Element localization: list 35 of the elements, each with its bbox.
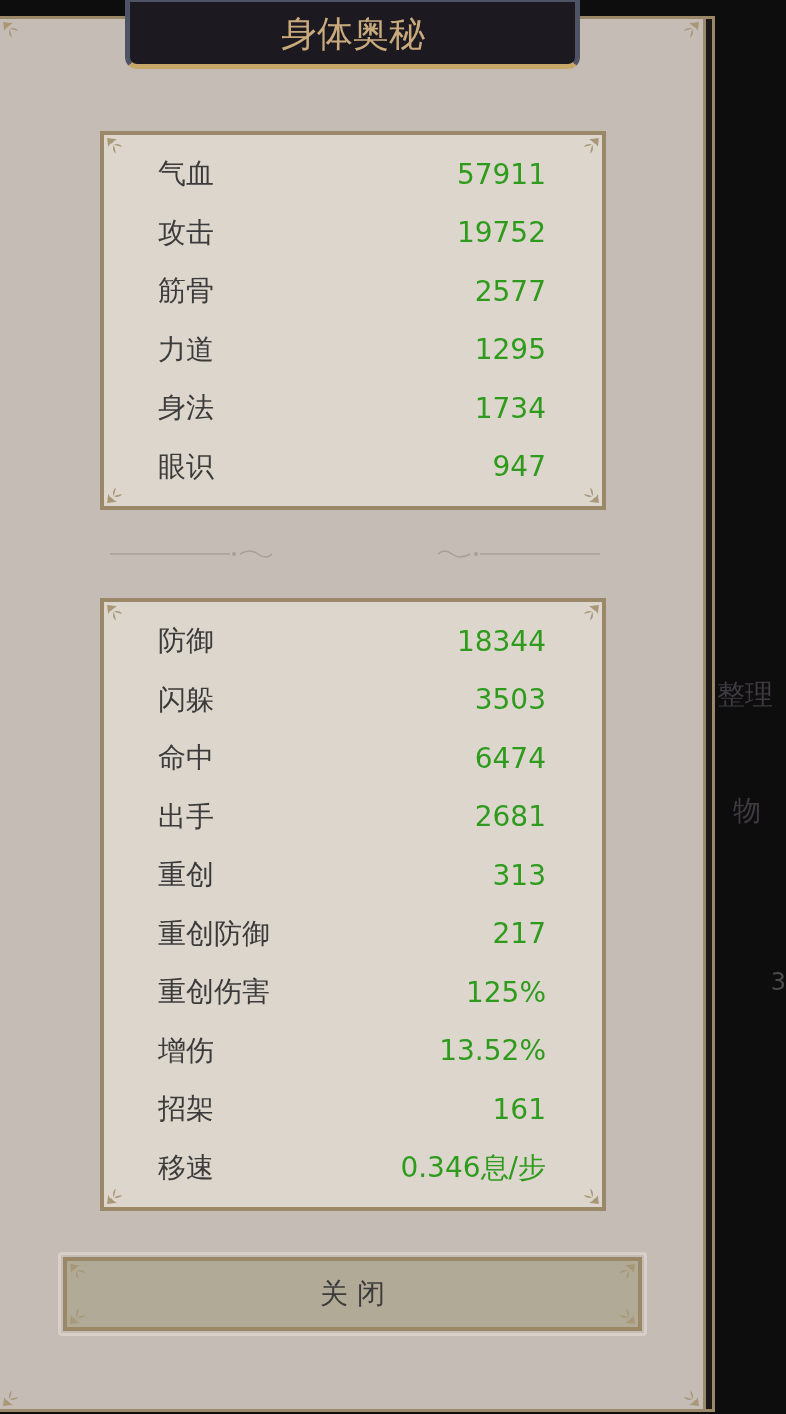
stat-value: 2681 bbox=[474, 800, 546, 834]
close-button[interactable]: 关 闭 bbox=[63, 1257, 642, 1331]
stat-value: 1295 bbox=[474, 333, 546, 367]
stat-label: 重创 bbox=[158, 857, 214, 894]
stat-value: 217 bbox=[492, 917, 546, 951]
stat-label: 重创伤害 bbox=[158, 974, 270, 1011]
stat-value: 6474 bbox=[474, 741, 546, 775]
stat-value: 161 bbox=[492, 1092, 546, 1126]
stat-value: 1734 bbox=[474, 391, 546, 425]
stat-value: 13.52% bbox=[439, 1034, 546, 1068]
stat-value: 0.346息/步 bbox=[400, 1149, 546, 1186]
item-count: 3 bbox=[769, 968, 786, 996]
stat-value: 947 bbox=[492, 450, 546, 484]
stat-label: 攻击 bbox=[158, 214, 214, 251]
stat-value: 3503 bbox=[474, 683, 546, 717]
stat-value: 57911 bbox=[456, 157, 546, 191]
stat-label: 防御 bbox=[158, 623, 214, 660]
stat-value: 313 bbox=[492, 858, 546, 892]
stat-value: 2577 bbox=[474, 274, 546, 308]
stat-value: 18344 bbox=[456, 624, 546, 658]
stat-label: 筋骨 bbox=[158, 273, 214, 310]
stat-label: 移速 bbox=[158, 1149, 214, 1186]
stat-value: 19752 bbox=[456, 216, 546, 250]
stat-label: 出手 bbox=[158, 798, 214, 835]
stat-label: 招架 bbox=[158, 1091, 214, 1128]
stat-label: 增伤 bbox=[158, 1032, 214, 1069]
stat-value: 125% bbox=[465, 975, 546, 1009]
stat-label: 气血 bbox=[158, 156, 214, 193]
stat-label: 重创防御 bbox=[158, 915, 270, 952]
stat-label: 命中 bbox=[158, 740, 214, 777]
stat-label: 闪躲 bbox=[158, 681, 214, 718]
stat-label: 力道 bbox=[158, 331, 214, 368]
stat-label: 眼识 bbox=[158, 448, 214, 485]
window-title: 身体奥秘 bbox=[125, 0, 580, 69]
stat-label: 身法 bbox=[158, 390, 214, 427]
